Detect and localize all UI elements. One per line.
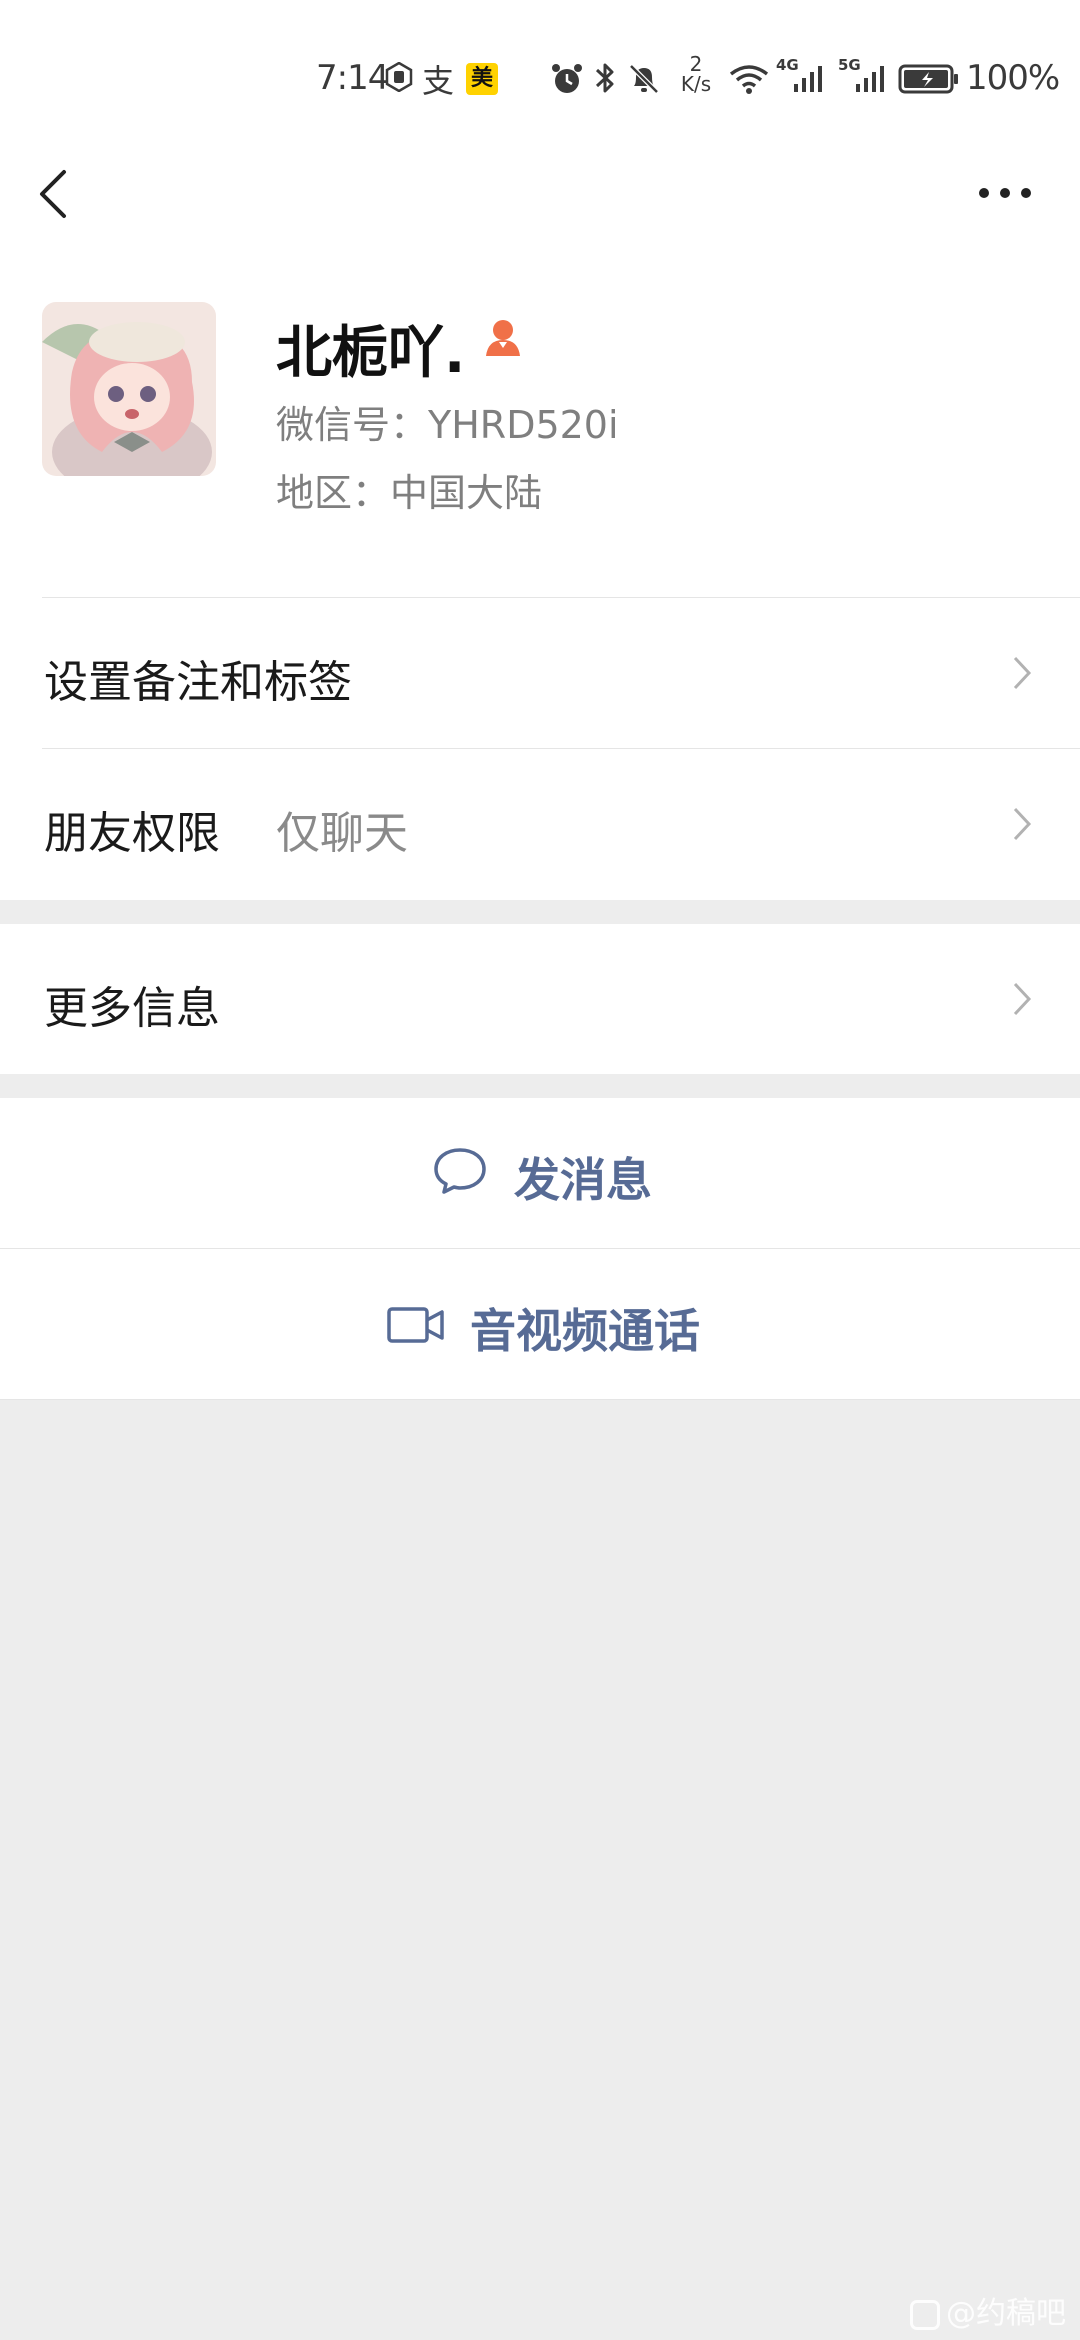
more-info-row[interactable]: 更多信息 (0, 924, 1080, 1074)
chevron-right-icon (1013, 982, 1032, 1016)
region: 地区：中国大陆 (276, 471, 543, 515)
send-message-button[interactable]: 发消息 (0, 1098, 1080, 1248)
signal-icon (856, 66, 884, 92)
friend-permission-value: 仅聊天 (276, 808, 408, 859)
nickname: 北栀吖. (276, 321, 466, 386)
divider (0, 1399, 1080, 1400)
send-message-label: 发消息 (514, 1153, 652, 1207)
alarm-icon (552, 64, 582, 93)
section-gap (0, 900, 1080, 924)
chevron-left-icon[interactable] (36, 168, 72, 220)
video-call-button[interactable]: 音视频通话 (0, 1249, 1080, 1399)
status-bar: 7:14 支 美 2 K/s 4G 5G 100% (0, 50, 1080, 110)
network-speed: 2 K/s (676, 54, 716, 94)
status-time: 7:14 (316, 58, 389, 98)
mute-bell-icon (629, 64, 659, 94)
speed-value: 2 (689, 52, 703, 76)
video-call-label: 音视频通话 (470, 1304, 700, 1358)
female-icon (486, 320, 520, 356)
more-dots-icon[interactable] (978, 182, 1032, 204)
video-camera-icon (387, 1307, 444, 1343)
avatar[interactable] (42, 302, 216, 476)
bluetooth-icon (595, 63, 614, 93)
avatar-illustration (42, 302, 216, 476)
alipay-icon: 支 (422, 62, 455, 100)
weibo-logo-icon (910, 2299, 940, 2330)
meituan-icon: 美 (466, 63, 498, 95)
friend-permission-row[interactable]: 朋友权限 仅聊天 (0, 749, 1080, 899)
chat-bubble-icon (434, 1148, 486, 1194)
more-info-label: 更多信息 (44, 983, 220, 1034)
chevron-right-icon (1013, 807, 1032, 841)
battery-charging-icon (898, 64, 958, 94)
remark-tags-row[interactable]: 设置备注和标签 (0, 598, 1080, 748)
signal-icon (794, 66, 822, 92)
chevron-right-icon (1013, 656, 1032, 690)
watermark: @约稿吧 (910, 2288, 1066, 2332)
battery-percent: 100% (966, 58, 1060, 98)
wifi-icon (729, 65, 769, 94)
hand-icon (385, 62, 413, 92)
wechat-id: 微信号：YHRD520i (276, 403, 619, 447)
remark-tags-label: 设置备注和标签 (44, 657, 352, 708)
speed-unit: K/s (680, 72, 712, 96)
friend-permission-label: 朋友权限 (44, 808, 220, 859)
watermark-text: @约稿吧 (946, 2296, 1066, 2331)
